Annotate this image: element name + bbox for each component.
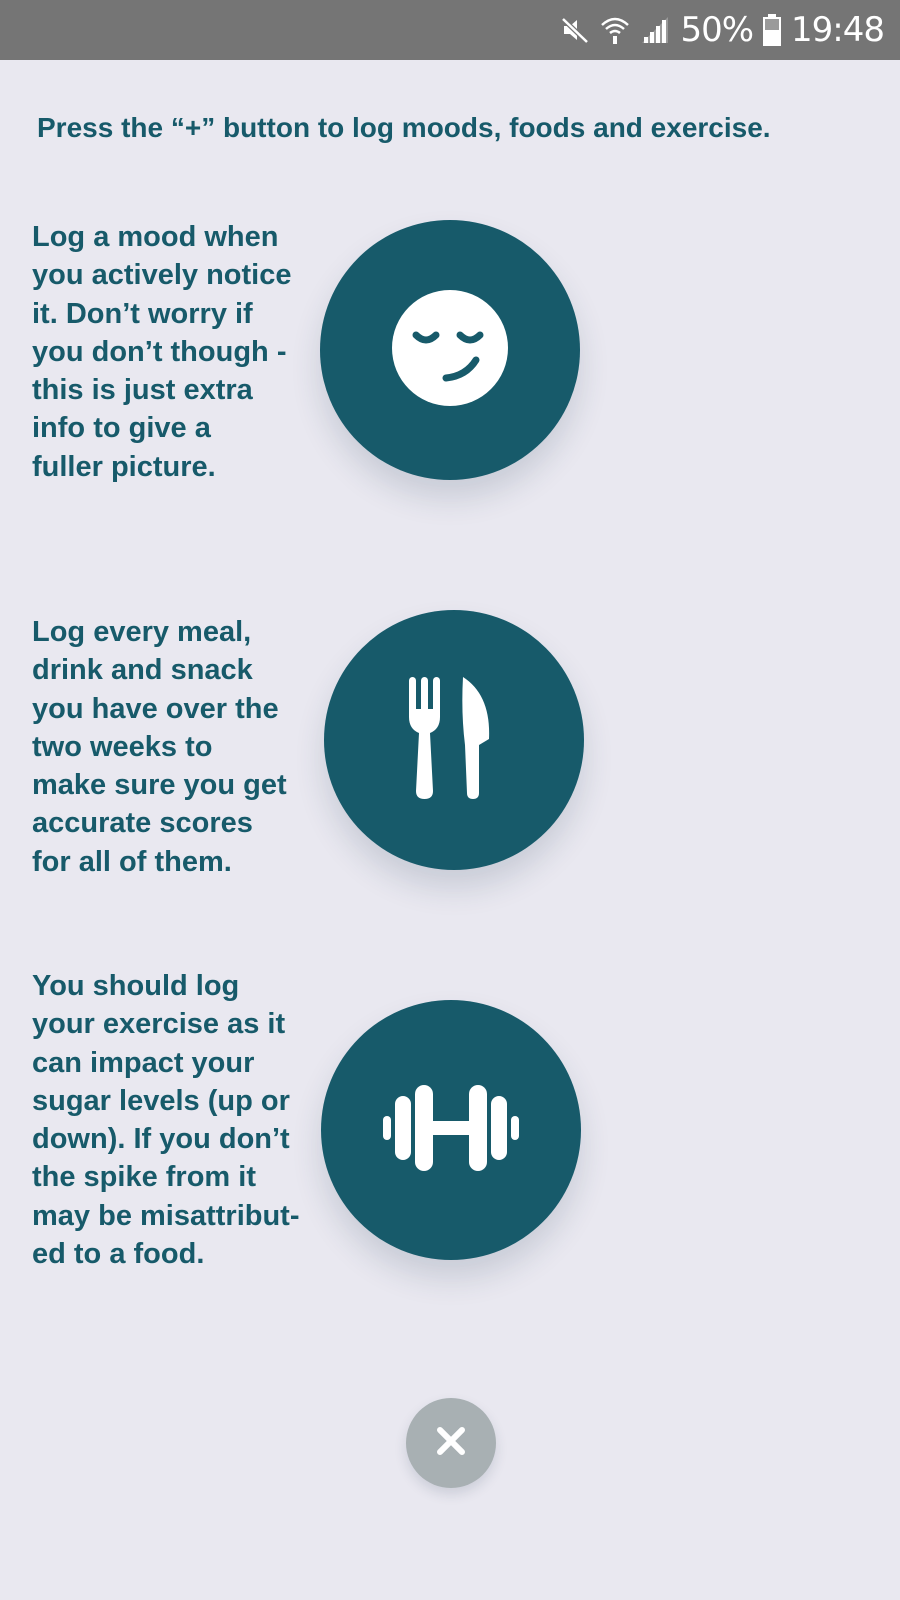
- text-line: info to give a: [32, 412, 211, 445]
- exercise-circle: [321, 1000, 581, 1260]
- text-line: the spike from it: [32, 1161, 256, 1194]
- text-line: accurate scores: [32, 807, 253, 840]
- text-line: may be misattribut-: [32, 1199, 300, 1232]
- text-line: you actively notice: [32, 259, 292, 292]
- food-circle: [324, 610, 584, 870]
- exercise-description: You should log your exercise as it can i…: [32, 967, 332, 1273]
- battery-percentage: 50%: [680, 10, 754, 50]
- mute-icon: [560, 15, 590, 45]
- clock: 19:48: [791, 10, 885, 50]
- text-line: your exercise as it: [32, 1008, 286, 1041]
- close-button[interactable]: [406, 1398, 496, 1488]
- text-line: down). If you don’t: [32, 1123, 290, 1156]
- mood-face-icon: [390, 288, 510, 413]
- text-line: you have over the: [32, 692, 279, 725]
- text-line: Log every meal,: [32, 616, 252, 648]
- text-line: fuller picture.: [32, 450, 216, 483]
- text-line: for all of them.: [32, 845, 232, 878]
- text-line: Log a mood when: [32, 221, 279, 253]
- text-line: this is just extra: [32, 374, 253, 407]
- status-icons: 50% 19:48: [560, 0, 885, 60]
- text-line: sugar levels (up or: [32, 1084, 290, 1117]
- dumbbell-icon: [381, 1083, 521, 1178]
- wifi-icon: [600, 15, 630, 45]
- text-line: it. Don’t worry if: [32, 297, 253, 330]
- text-line: can impact your: [32, 1046, 255, 1079]
- food-description: Log every meal, drink and snack you have…: [32, 613, 332, 881]
- text-line: You should log: [32, 970, 240, 1002]
- mood-circle: [320, 220, 580, 480]
- text-line: drink and snack: [32, 654, 253, 687]
- status-bar: 50% 19:48: [0, 0, 900, 60]
- text-line: you don’t though -: [32, 335, 287, 368]
- text-line: make sure you get: [32, 769, 287, 802]
- intro-text: Press the “+” button to log moods, foods…: [37, 112, 771, 143]
- close-icon: [436, 1426, 466, 1461]
- signal-icon: [640, 15, 670, 45]
- text-line: ed to a food.: [32, 1238, 205, 1271]
- fork-knife-icon: [399, 673, 509, 808]
- mood-description: Log a mood when you actively notice it. …: [32, 218, 332, 486]
- battery-icon: [763, 14, 782, 46]
- text-line: two weeks to: [32, 730, 213, 763]
